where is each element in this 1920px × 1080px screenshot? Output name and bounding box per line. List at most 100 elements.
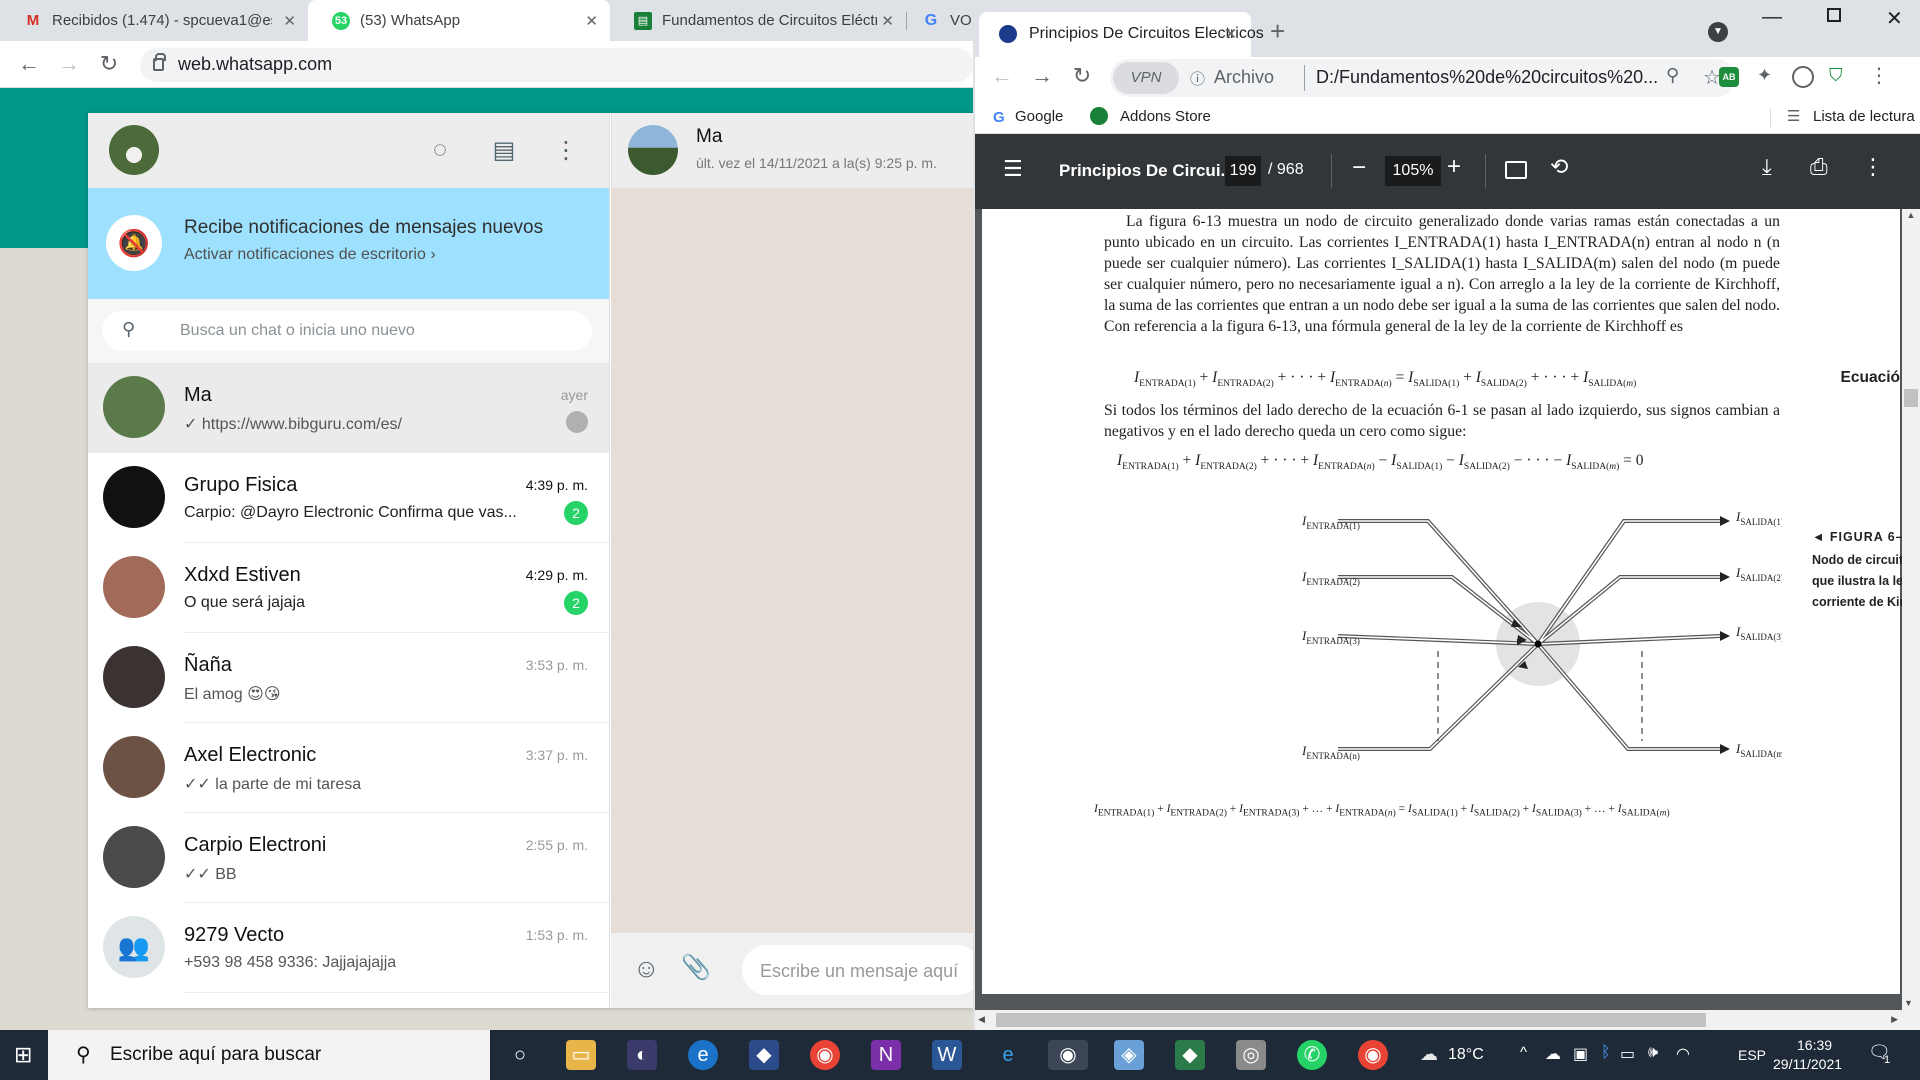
zoom-out-icon[interactable]: −	[1352, 154, 1366, 182]
chat-row[interactable]: Carpio Electroni 2:55 p. m. ✓✓ BB	[88, 813, 609, 903]
info-icon[interactable]: ⓘ	[1190, 68, 1205, 89]
battery-icon[interactable]: ▭	[1620, 1044, 1635, 1064]
scroll-thumb[interactable]	[1904, 389, 1918, 407]
bluetooth-icon[interactable]: ᛒ	[1601, 1044, 1611, 1062]
reload-icon[interactable]: ↻	[94, 51, 124, 77]
gmail-icon: M	[26, 12, 40, 29]
account-icon[interactable]	[1792, 66, 1814, 88]
profile-avatar[interactable]	[109, 125, 159, 175]
chrome-icon[interactable]: ◉	[1358, 1040, 1388, 1070]
chevron-down-icon[interactable]: ▼	[1708, 22, 1728, 42]
onenote-icon[interactable]: N	[871, 1040, 901, 1070]
hamburger-icon[interactable]: ☰	[1003, 156, 1023, 182]
chat-row[interactable]: 👥 9279 Vecto 1:53 p. m. +593 98 458 9336: J…	[88, 903, 609, 993]
chat-row[interactable]: Axel Electronic 3:37 p. m. ✓✓ la parte de …	[88, 723, 609, 813]
zoom-input[interactable]: 105%	[1385, 156, 1441, 186]
wifi-icon[interactable]: ◠	[1676, 1044, 1690, 1064]
menu-icon[interactable]: ⋮	[551, 136, 581, 166]
scroll-left-icon[interactable]: ◀	[978, 1014, 985, 1025]
conversation-header[interactable]: Ma últ. vez el 14/11/2021 a la(s) 9:25 p…	[611, 113, 973, 188]
browser-app-icon[interactable]: ◉	[1048, 1040, 1088, 1070]
back-icon[interactable]: ←	[14, 51, 44, 77]
reading-list-button[interactable]: Lista de lectura	[1813, 108, 1915, 125]
tab-google[interactable]: G VO	[906, 0, 973, 41]
attach-icon[interactable]: 📎	[681, 953, 711, 982]
zoom-icon[interactable]: ⚲	[1666, 65, 1679, 86]
forward-icon[interactable]: →	[54, 51, 84, 77]
tab-gmail[interactable]: M Recibidos (1.474) - spcueva1@es ✕	[0, 0, 308, 41]
scroll-right-icon[interactable]: ▶	[1891, 1014, 1898, 1025]
chrome-menu-icon[interactable]: ⋮	[1869, 63, 1889, 88]
horizontal-scrollbar[interactable]: ◀ ▶	[975, 1010, 1920, 1030]
windows-start-icon[interactable]: ⊞	[14, 1042, 32, 1068]
maximize-icon[interactable]	[1827, 8, 1841, 22]
tab-whatsapp[interactable]: 53 (53) WhatsApp ✕	[308, 0, 610, 41]
app-icon[interactable]: ◐	[627, 1040, 657, 1070]
chat-row[interactable]: Ma ayer ✓ https://www.bibguru.com/es/	[88, 363, 609, 453]
adblock-icon[interactable]: AB	[1719, 67, 1739, 87]
rotate-icon[interactable]: ⟲	[1550, 154, 1568, 180]
message-input[interactable]: Escribe un mensaje aquí	[742, 945, 973, 995]
bookmark-addons-store[interactable]: Addons Store	[1120, 108, 1211, 125]
tab-sheets[interactable]: ▤ Fundamentos de Circuitos Eléctri ✕	[610, 0, 906, 41]
new-chat-icon[interactable]: ▤	[489, 136, 519, 166]
scroll-down-icon[interactable]: ▼	[1904, 998, 1913, 1008]
shield-icon[interactable]: ⛉	[1829, 65, 1843, 86]
print-icon[interactable]: ⎙	[1810, 154, 1828, 180]
app-icon[interactable]: ◎	[1236, 1040, 1266, 1070]
search-input[interactable]: ⚲ Busca un chat o inicia uno nuevo	[102, 311, 592, 351]
fit-page-icon[interactable]	[1505, 161, 1527, 179]
chat-row[interactable]: Grupo Fisica 4:39 p. m. Carpio: @Dayro Ele…	[88, 453, 609, 543]
file-explorer-icon[interactable]: ▭	[566, 1040, 596, 1070]
edge-icon[interactable]: e	[688, 1040, 718, 1070]
volume-icon[interactable]: 🕪	[1648, 1044, 1658, 1062]
new-tab-icon[interactable]: +	[1270, 16, 1285, 47]
chat-name: Xdxd Estiven	[184, 564, 301, 586]
chat-row[interactable]: Ñaña 3:53 p. m. El amog 😍😘	[88, 633, 609, 723]
pdf-menu-icon[interactable]: ⋮	[1862, 154, 1884, 180]
internet-explorer-icon[interactable]: e	[993, 1040, 1023, 1070]
close-icon[interactable]: ✕	[881, 12, 894, 30]
forward-icon[interactable]: →	[1027, 63, 1057, 89]
task-view-icon[interactable]: ○	[505, 1040, 535, 1070]
zoom-in-icon[interactable]: +	[1447, 153, 1461, 181]
language-indicator[interactable]: ESP	[1738, 1047, 1766, 1063]
clock-date[interactable]: 29/11/2021	[1773, 1056, 1842, 1072]
download-icon[interactable]: ⤓	[1762, 154, 1772, 180]
google-icon: G	[924, 11, 938, 29]
close-icon[interactable]: ✕	[1224, 25, 1237, 43]
vertical-scrollbar[interactable]: ▲ ▼	[1902, 209, 1920, 1030]
weather-icon[interactable]: ☁	[1420, 1044, 1438, 1065]
address-bar[interactable]: VPN ⓘ Archivo D:/Fundamentos%20de%20circ…	[1110, 59, 1735, 97]
app-icon[interactable]: ◈	[1114, 1040, 1144, 1070]
onedrive-icon[interactable]: ☁	[1545, 1044, 1561, 1064]
status-icon[interactable]: ◌	[425, 136, 455, 166]
minimize-icon[interactable]: —	[1762, 6, 1782, 29]
scroll-thumb[interactable]	[996, 1013, 1706, 1027]
app-tray-icon[interactable]: ▣	[1573, 1044, 1588, 1064]
app-icon[interactable]: ◆	[749, 1040, 779, 1070]
taskbar-search[interactable]: ⚲ Escribe aquí para buscar	[48, 1030, 490, 1080]
app-icon[interactable]: ◆	[1175, 1040, 1205, 1070]
extensions-icon[interactable]: ✦	[1757, 65, 1772, 86]
chrome-icon[interactable]: ◉	[810, 1040, 840, 1070]
bookmark-google[interactable]: Google	[1015, 108, 1063, 125]
page-number-input[interactable]: 199	[1225, 156, 1261, 186]
emoji-icon[interactable]: ☺	[633, 953, 660, 984]
window-close-icon[interactable]: ✕	[1886, 6, 1903, 31]
reload-icon[interactable]: ↻	[1067, 63, 1097, 89]
close-icon[interactable]: ✕	[283, 12, 296, 30]
vpn-badge[interactable]: VPN	[1113, 62, 1179, 94]
whatsapp-icon[interactable]: ✆	[1297, 1040, 1327, 1070]
clock-time[interactable]: 16:39	[1797, 1037, 1832, 1053]
chat-row[interactable]: Xdxd Estiven 4:29 p. m. O que será jajaja 2	[88, 543, 609, 633]
contact-avatar[interactable]	[628, 125, 678, 175]
weather-temp[interactable]: 18°C	[1448, 1046, 1484, 1064]
address-bar[interactable]: web.whatsapp.com	[140, 48, 973, 82]
word-icon[interactable]: W	[932, 1040, 962, 1070]
back-icon[interactable]: ←	[987, 63, 1017, 89]
enable-notifications-link[interactable]: Activar notificaciones de escritorio ›	[184, 246, 436, 264]
close-icon[interactable]: ✕	[585, 12, 598, 30]
notification-banner[interactable]: 🔕 Recibe notificaciones de mensajes nuev…	[88, 188, 609, 299]
chevron-up-icon[interactable]: ^	[1520, 1044, 1527, 1061]
